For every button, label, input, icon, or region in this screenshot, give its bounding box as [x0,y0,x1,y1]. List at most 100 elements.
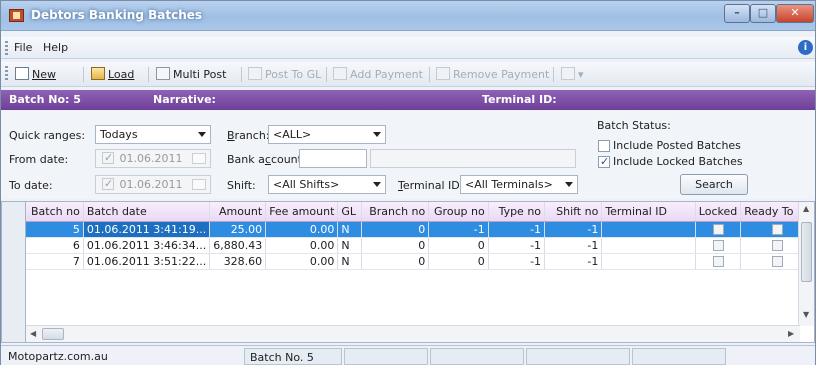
vertical-scroll-thumb[interactable] [801,222,812,282]
ready-checkbox[interactable] [771,223,783,235]
batch-status-label: Batch Status: [597,119,671,132]
column-header[interactable]: Group no [428,202,489,222]
new-document-icon [15,67,29,80]
cell-type-no[interactable]: -1 [488,237,546,254]
cell-type-no[interactable]: -1 [488,221,546,238]
column-header[interactable]: Amount [209,202,267,222]
calendar-icon[interactable] [192,179,206,190]
horizontal-scroll-thumb[interactable] [42,328,64,340]
column-header[interactable]: Terminal ID [601,202,696,222]
cell-branch-no[interactable]: 0 [361,253,430,270]
menu-file[interactable]: File [14,41,32,54]
cell-branch-no[interactable]: 0 [361,221,430,238]
cell-fee-amount[interactable]: 0.00 [265,237,339,254]
cell-gl[interactable]: N [337,237,362,254]
ready-checkbox[interactable] [771,255,783,267]
cell-batch-date[interactable]: 01.06.2011 3:51:22... [83,253,211,270]
add-payment-button[interactable]: Add Payment [333,67,423,81]
locked-checkbox[interactable] [712,223,724,235]
maximize-button[interactable]: □ [750,4,776,23]
cell-terminal-id[interactable] [601,253,696,270]
column-header[interactable]: Type no [488,202,546,222]
multi-post-button[interactable]: Multi Post [156,67,226,81]
table-row[interactable]: 5 01.06.2011 3:41:19... 25.00 0.00 N 0 -… [26,221,814,238]
cell-gl[interactable]: N [337,253,362,270]
column-header[interactable]: Batch date [83,202,211,222]
calendar-icon[interactable] [192,153,206,164]
scroll-left-icon[interactable]: ◀ [30,329,36,338]
cell-group-no[interactable]: -1 [428,221,489,238]
cell-locked[interactable] [695,221,742,238]
title-bar[interactable]: Debtors Banking Batches – □ ✕ [1,1,815,31]
locked-checkbox[interactable] [712,255,724,267]
cell-terminal-id[interactable] [601,221,696,238]
table-row[interactable]: 7 01.06.2011 3:51:22... 328.60 0.00 N 0 … [26,253,814,270]
status-batch: Batch No. 5 [244,348,342,365]
vertical-scrollbar[interactable]: ▲ ▼ [798,202,814,326]
bank-account-input[interactable] [299,149,367,168]
scroll-down-icon[interactable]: ▼ [803,310,809,319]
batches-grid[interactable]: Batch no Batch date Amount Fee amount GL… [25,201,815,343]
load-button[interactable]: Load [91,67,134,81]
column-header[interactable]: Fee amount [265,202,339,222]
cell-group-no[interactable]: 0 [428,237,489,254]
cell-batch-no[interactable]: 7 [26,253,84,270]
cell-gl[interactable]: N [337,221,362,238]
cell-amount[interactable]: 25.00 [209,221,267,238]
from-date-picker[interactable]: 01.06.2011 [95,149,211,168]
remove-payment-icon [436,67,450,80]
cell-terminal-id[interactable] [601,237,696,254]
horizontal-scrollbar[interactable]: ◀ ▶ [26,325,800,342]
terminal-select[interactable]: <All Terminals> [460,175,578,194]
cell-group-no[interactable]: 0 [428,253,489,270]
cell-fee-amount[interactable]: 0.00 [265,221,339,238]
quick-ranges-select[interactable]: Todays [95,125,211,144]
post-to-gl-button[interactable]: Post To GL [248,67,321,81]
from-date-checkbox[interactable] [102,151,114,164]
cell-batch-no[interactable]: 5 [26,221,84,238]
cell-locked[interactable] [695,237,742,254]
cell-batch-date[interactable]: 01.06.2011 3:46:34... [83,237,211,254]
cell-amount[interactable]: 328.60 [209,253,267,270]
column-header[interactable]: GL [337,202,362,222]
column-header[interactable]: Branch no [361,202,430,222]
scroll-up-icon[interactable]: ▲ [803,204,809,213]
search-button[interactable]: Search [680,174,748,195]
minimize-button[interactable]: – [724,4,750,23]
scroll-right-icon[interactable]: ▶ [788,329,794,338]
cell-fee-amount[interactable]: 0.00 [265,253,339,270]
include-posted-checkbox[interactable] [598,140,610,152]
batch-no-label: Batch No: 5 [9,93,81,106]
column-header[interactable]: Locked [695,202,742,222]
info-icon[interactable]: i [798,40,813,55]
to-date-checkbox[interactable] [102,177,114,190]
ready-checkbox[interactable] [771,239,783,251]
cell-amount[interactable]: 6,880.43 [209,237,267,254]
new-button[interactable]: New [15,67,56,81]
remove-payment-button[interactable]: Remove Payment [436,67,549,81]
shift-value: <All Shifts> [273,178,340,191]
column-header[interactable]: Batch no [26,202,84,222]
chevron-down-icon [373,132,381,137]
print-dropdown-button[interactable]: ▾ [561,67,584,81]
to-date-picker[interactable]: 01.06.2011 [95,175,211,194]
table-row[interactable]: 6 01.06.2011 3:46:34... 6,880.43 0.00 N … [26,237,814,254]
cell-branch-no[interactable]: 0 [361,237,430,254]
menu-help[interactable]: Help [43,41,68,54]
chevron-down-icon [198,132,206,137]
branch-select[interactable]: <ALL> [268,125,386,144]
status-panel [632,348,726,365]
cell-shift-no[interactable]: -1 [544,221,603,238]
locked-checkbox[interactable] [712,239,724,251]
cell-type-no[interactable]: -1 [488,253,546,270]
cell-batch-no[interactable]: 6 [26,237,84,254]
cell-batch-date[interactable]: 01.06.2011 3:41:19... [83,221,211,238]
shift-select[interactable]: <All Shifts> [268,175,386,194]
column-header[interactable]: Shift no [544,202,603,222]
cell-shift-no[interactable]: -1 [544,237,603,254]
include-locked-checkbox[interactable] [598,155,610,168]
grid-header-row: Batch no Batch date Amount Fee amount GL… [26,202,814,222]
close-button[interactable]: ✕ [776,4,814,23]
cell-locked[interactable] [695,253,742,270]
cell-shift-no[interactable]: -1 [544,253,603,270]
